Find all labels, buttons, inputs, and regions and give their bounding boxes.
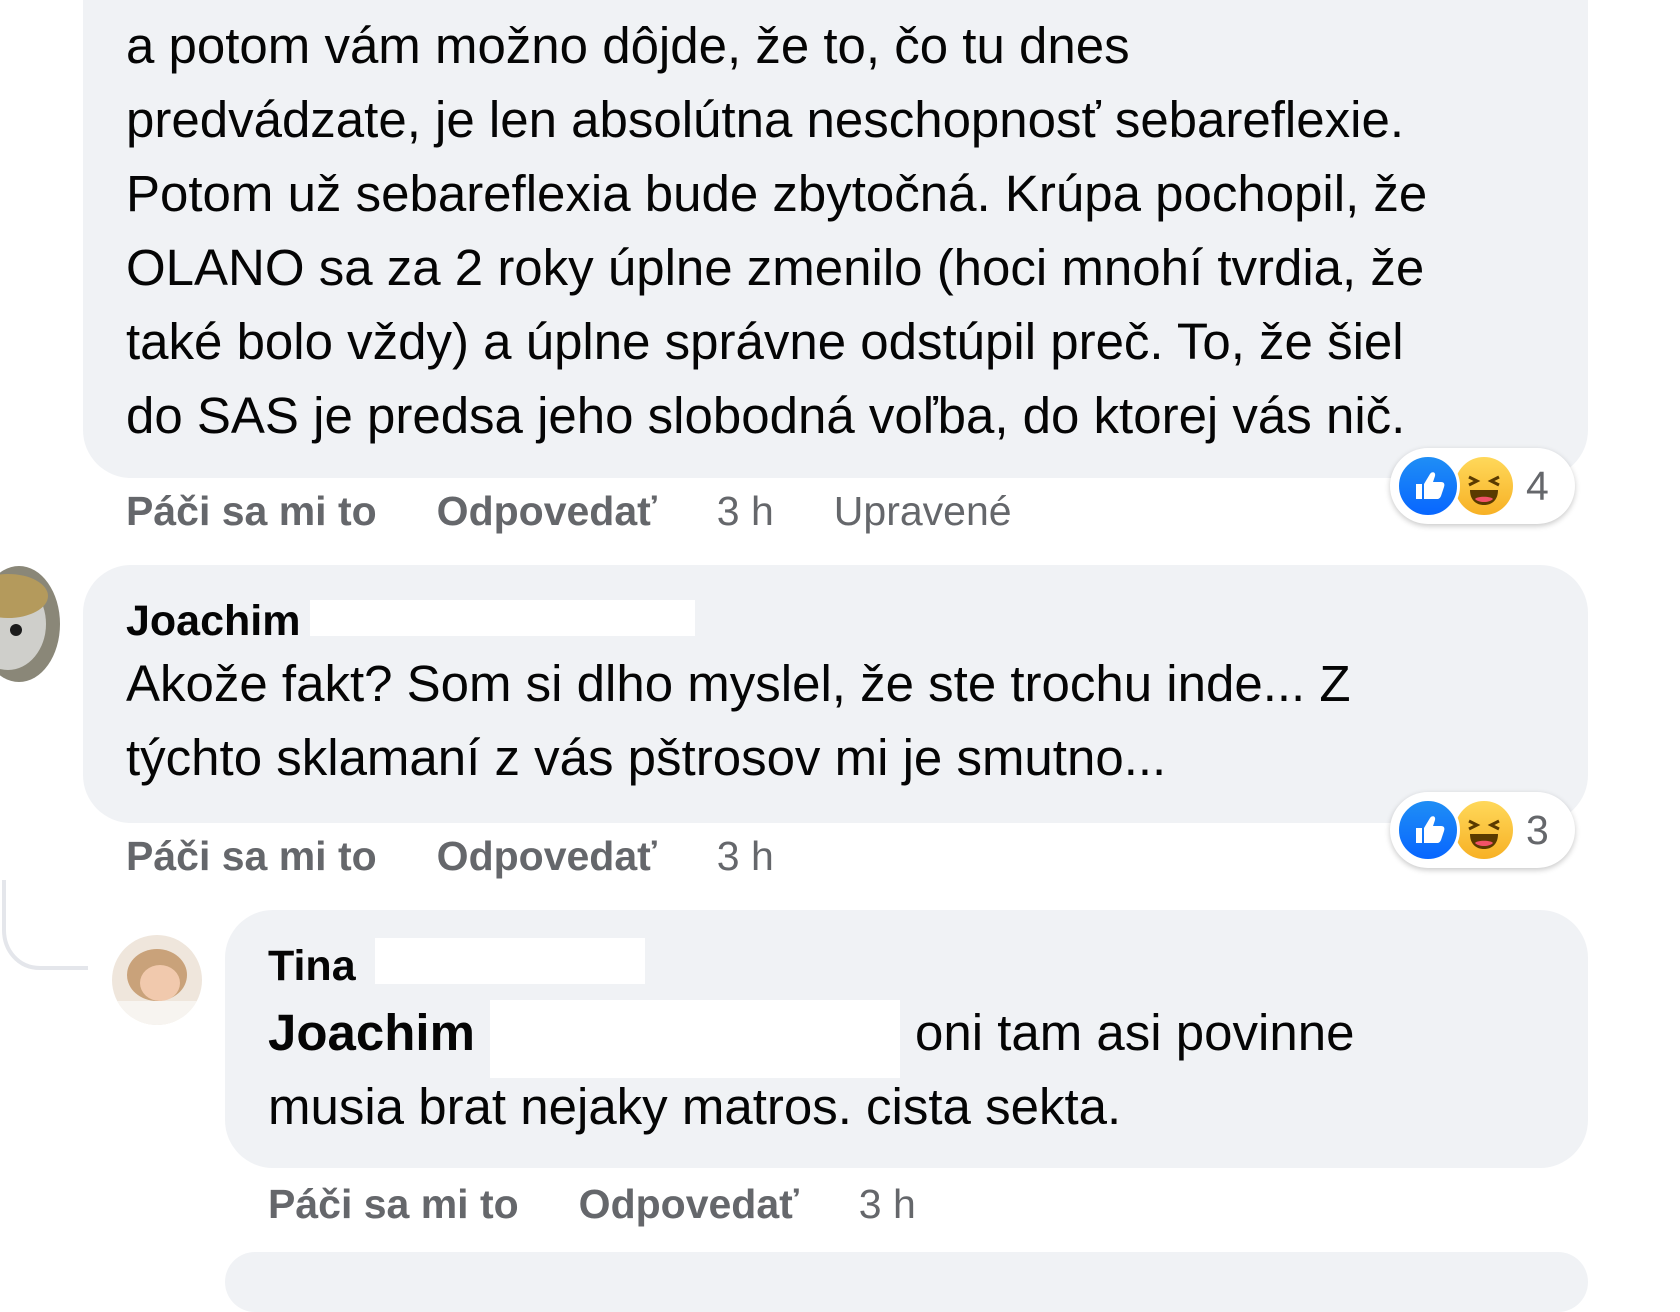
reaction-count: 4: [1526, 462, 1549, 509]
comment-author[interactable]: Tina: [268, 942, 356, 991]
reaction-summary-2[interactable]: 3: [1390, 792, 1575, 868]
comment-author[interactable]: Joachim: [126, 597, 300, 646]
comment-2-line: Akože fakt? Som si dlho myslel, že ste t…: [126, 655, 1351, 712]
next-comment-bubble: [225, 1252, 1588, 1312]
comment-3-line-rest: oni tam asi povinne: [915, 1004, 1355, 1061]
comment-1-line: do SAS je predsa jeho slobodná voľba, do…: [126, 387, 1406, 444]
comment-1-line: OLANO sa za 2 roky úplne zmenilo (hoci m…: [126, 239, 1425, 296]
haha-reaction-icon: [1452, 798, 1516, 862]
redacted-mention: [490, 1000, 900, 1078]
reaction-summary-1[interactable]: 4: [1390, 448, 1575, 524]
reply-button[interactable]: Odpovedať: [579, 1181, 799, 1228]
timestamp[interactable]: 3 h: [859, 1181, 916, 1228]
reply-button[interactable]: Odpovedať: [437, 833, 657, 880]
like-reaction-icon: [1396, 798, 1460, 862]
thread-connector: [2, 880, 88, 970]
redacted-name: [310, 600, 695, 636]
avatar-tina[interactable]: [112, 935, 202, 1025]
like-button[interactable]: Páči sa mi to: [126, 833, 377, 880]
comment-1-actions: Páči sa mi to Odpovedať 3 h Upravené: [126, 488, 1012, 535]
comment-3-line: musia brat nejaky matros. cista sekta.: [268, 1078, 1122, 1135]
timestamp[interactable]: 3 h: [717, 488, 774, 535]
redacted-name: [375, 938, 645, 984]
comment-1-line: také bolo vždy) a úplne správne odstúpil…: [126, 313, 1404, 370]
comment-1-line: a potom vám možno dôjde, že to, čo tu dn…: [126, 17, 1130, 74]
comment-2-actions: Páči sa mi to Odpovedať 3 h: [126, 833, 774, 880]
reply-button[interactable]: Odpovedať: [437, 488, 657, 535]
haha-reaction-icon: [1452, 454, 1516, 518]
like-button[interactable]: Páči sa mi to: [268, 1181, 519, 1228]
comment-3-line: Joachim: [268, 996, 475, 1070]
comment-3-actions: Páči sa mi to Odpovedať 3 h: [268, 1181, 916, 1228]
comment-2-line: týchto sklamaní z vás pštrosov mi je smu…: [126, 729, 1167, 786]
mention-link[interactable]: Joachim: [268, 1004, 475, 1061]
reaction-count: 3: [1526, 806, 1549, 853]
comment-1-line: Potom už sebareflexia bude zbytočná. Krú…: [126, 165, 1428, 222]
like-button[interactable]: Páči sa mi to: [126, 488, 377, 535]
timestamp[interactable]: 3 h: [717, 833, 774, 880]
like-reaction-icon: [1396, 454, 1460, 518]
comment-1-line: predvádzate, je len absolútna neschopnos…: [126, 91, 1404, 148]
edited-label[interactable]: Upravené: [834, 488, 1012, 535]
avatar-joachim[interactable]: [0, 566, 60, 682]
